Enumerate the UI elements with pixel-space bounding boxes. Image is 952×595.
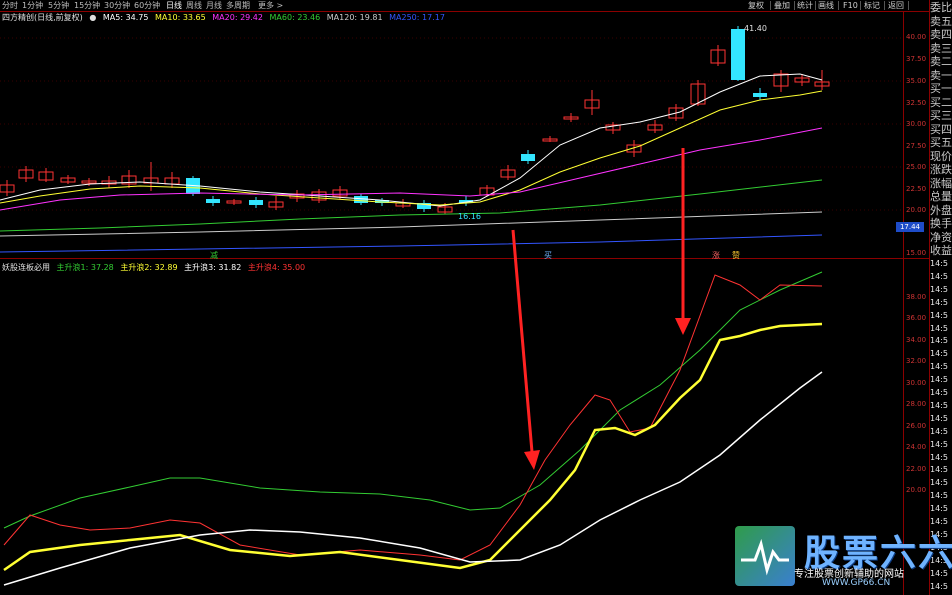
- tick-time: 14:5: [930, 388, 948, 397]
- tick-time: 14:5: [930, 297, 948, 307]
- axis-tick: 22.50: [906, 185, 927, 193]
- ma120-line: [0, 211, 823, 237]
- moving-averages: [0, 73, 823, 253]
- axis-tick: 28.00: [906, 400, 927, 408]
- candle-body: [521, 154, 535, 161]
- tick-time: 14:5: [930, 504, 948, 514]
- quote-label: 收益: [930, 244, 952, 257]
- axis-tick: 20.00: [906, 486, 927, 494]
- candlesticks: [0, 26, 830, 214]
- axis-tick: 36.00: [906, 314, 927, 322]
- wave4-line: [3, 274, 823, 561]
- tick-time: 14:5: [930, 349, 948, 359]
- pulse-icon: [741, 538, 789, 576]
- tick-time: 14:5: [930, 439, 948, 449]
- tick-time: 14:5: [930, 465, 948, 475]
- axis-tick: 38.00: [906, 293, 927, 301]
- event-badge[interactable]: 赞: [732, 250, 740, 261]
- axis-tick: 26.00: [906, 422, 927, 430]
- chart-canvas: [0, 0, 930, 595]
- tick-time: 14:5: [930, 271, 948, 281]
- axis-tick: 37.50: [906, 55, 927, 63]
- wave1-line: [3, 271, 823, 529]
- axis-tick: 22.00: [906, 465, 927, 473]
- tick-time: 14:5: [930, 491, 948, 501]
- axis-tick: 32.50: [906, 99, 927, 107]
- candle-body: [753, 93, 767, 97]
- arrow-head-icon: [675, 318, 691, 335]
- event-badge[interactable]: 涨: [712, 250, 720, 261]
- indicator-lines: [3, 271, 823, 586]
- tick-time: 14:5: [930, 478, 948, 488]
- tick-time: 14:5: [930, 259, 948, 268]
- event-badge[interactable]: 买: [544, 250, 552, 261]
- ma10-line: [0, 90, 823, 206]
- candle-body: [731, 29, 745, 80]
- brand-logo: [735, 526, 795, 586]
- event-badge[interactable]: 减: [210, 250, 218, 261]
- wave2-line: [3, 322, 823, 572]
- axis-tick: 32.00: [906, 357, 927, 365]
- brand-url: WWW.GP66.CN: [822, 578, 891, 588]
- ma5-line: [0, 73, 823, 207]
- axis-tick: 30.00: [906, 379, 927, 387]
- low-price-mark: 16.16: [458, 212, 481, 221]
- current-price-tag: 17.44: [896, 222, 924, 232]
- tick-time: 14:5: [930, 581, 948, 591]
- tick-time: 14:5: [930, 413, 948, 423]
- axis-tick: 27.50: [906, 142, 927, 150]
- tick-time: 14:5: [930, 284, 948, 294]
- annotation-arrows: [511, 148, 691, 470]
- tick-time: 14:5: [930, 452, 948, 462]
- tick-time: 14:5: [930, 375, 948, 385]
- wave3-line: [3, 371, 823, 586]
- high-price-mark: 41.40: [744, 24, 767, 33]
- tick-time: 14:5: [930, 336, 948, 346]
- axis-tick: 24.00: [906, 443, 927, 451]
- axis-tick: 20.00: [906, 206, 927, 214]
- tick-time: 14:5: [930, 310, 948, 320]
- axis-tick: 34.00: [906, 336, 927, 344]
- ma60-line: [0, 179, 823, 232]
- tick-time: 14:5: [930, 362, 948, 372]
- tick-time: 14:5: [930, 426, 948, 436]
- ma250-line: [0, 234, 823, 253]
- axis-tick: 25.00: [906, 163, 927, 171]
- axis-tick: 30.00: [906, 120, 927, 128]
- candle-body: [249, 200, 263, 205]
- tick-time: 14:5: [930, 400, 948, 410]
- candle-body: [206, 199, 220, 203]
- axis-tick: 40.00: [906, 33, 927, 41]
- axis-tick: 15.00: [906, 249, 927, 257]
- arrow-head-icon: [524, 450, 540, 470]
- tick-time: 14:5: [930, 323, 948, 333]
- ma20-line: [0, 127, 823, 211]
- axis-tick: 35.00: [906, 77, 927, 85]
